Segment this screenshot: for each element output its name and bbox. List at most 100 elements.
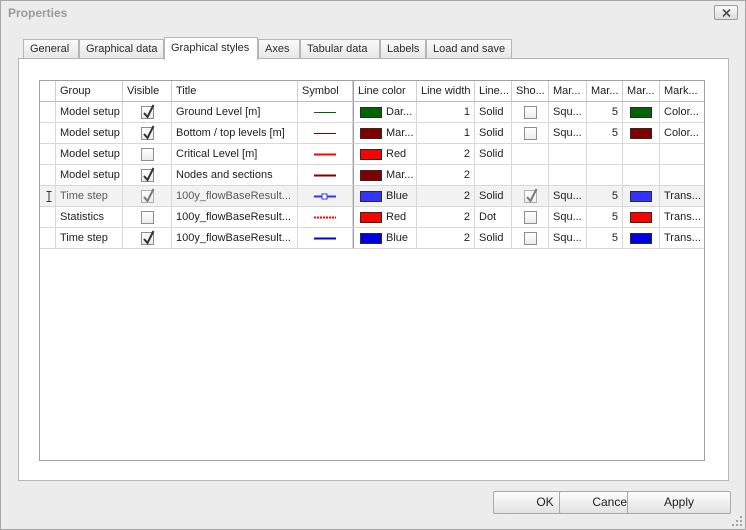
line-color-cell[interactable]: Red <box>353 144 417 165</box>
tab-graphical-data[interactable]: Graphical data <box>79 39 164 59</box>
marker-size-cell[interactable] <box>587 165 623 186</box>
visible-checkbox[interactable] <box>141 148 154 161</box>
close-button[interactable] <box>714 5 738 20</box>
marker-style-cell[interactable]: Squ... <box>549 123 587 144</box>
group-cell[interactable]: Model setup <box>56 165 123 186</box>
col-header-symbol[interactable]: Symbol <box>298 81 353 102</box>
visible-cell[interactable] <box>123 144 172 165</box>
title-cell[interactable]: 100y_flowBaseResult... <box>172 207 298 228</box>
visible-cell[interactable] <box>123 123 172 144</box>
resize-grip-icon[interactable] <box>731 515 743 527</box>
marker-color-cell[interactable] <box>623 102 660 123</box>
col-header-title[interactable]: Title <box>172 81 298 102</box>
symbol-cell[interactable] <box>298 207 353 228</box>
line-style-cell[interactable]: Solid <box>475 228 512 249</box>
show-marker-checkbox[interactable] <box>524 232 537 245</box>
symbol-cell[interactable] <box>298 123 353 144</box>
line-style-cell[interactable]: Solid <box>475 123 512 144</box>
symbol-cell[interactable] <box>298 102 353 123</box>
line-style-cell[interactable]: Dot <box>475 207 512 228</box>
tab-axes[interactable]: Axes <box>258 39 300 59</box>
marker-style-cell[interactable]: Squ... <box>549 228 587 249</box>
table-row[interactable]: Model setup Bottom / top levels [m] Mar...… <box>40 123 704 144</box>
show-marker-cell[interactable] <box>512 102 549 123</box>
line-width-cell[interactable]: 1 <box>417 102 475 123</box>
visible-checkbox[interactable] <box>141 167 155 182</box>
show-marker-cell[interactable] <box>512 165 549 186</box>
symbol-cell[interactable] <box>298 186 353 207</box>
show-marker-cell[interactable] <box>512 186 549 207</box>
show-marker-cell[interactable] <box>512 123 549 144</box>
marker-style-cell[interactable]: Squ... <box>549 207 587 228</box>
title-cell[interactable]: Nodes and sections <box>172 165 298 186</box>
visible-checkbox[interactable] <box>141 230 155 245</box>
tab-load-and-save[interactable]: Load and save <box>426 39 512 59</box>
row-indicator[interactable] <box>40 207 56 228</box>
group-cell[interactable]: Time step <box>56 228 123 249</box>
visible-cell[interactable] <box>123 186 172 207</box>
table-row[interactable]: Time step 100y_flowBaseResult... Blue 2 Soli… <box>40 228 704 249</box>
line-color-cell[interactable]: Blue <box>353 228 417 249</box>
marker-size-cell[interactable]: 5 <box>587 228 623 249</box>
show-marker-cell[interactable] <box>512 228 549 249</box>
col-header-marker-size[interactable]: Mar... <box>587 81 623 102</box>
marker-size-cell[interactable]: 5 <box>587 123 623 144</box>
marker-fill-cell[interactable]: Trans... <box>660 186 704 207</box>
title-cell[interactable]: Critical Level [m] <box>172 144 298 165</box>
tab-general[interactable]: General <box>23 39 79 59</box>
visible-cell[interactable] <box>123 165 172 186</box>
row-indicator[interactable] <box>40 186 56 207</box>
title-cell[interactable]: Bottom / top levels [m] <box>172 123 298 144</box>
group-cell[interactable]: Model setup <box>56 123 123 144</box>
tab-graphical-styles[interactable]: Graphical styles <box>164 37 258 60</box>
visible-checkbox[interactable] <box>141 125 155 140</box>
title-cell[interactable]: 100y_flowBaseResult... <box>172 228 298 249</box>
line-width-cell[interactable]: 1 <box>417 123 475 144</box>
marker-size-cell[interactable]: 5 <box>587 186 623 207</box>
show-marker-checkbox[interactable] <box>524 106 537 119</box>
line-style-cell[interactable] <box>475 165 512 186</box>
table-row[interactable]: Model setup Critical Level [m] Red 2 Solid <box>40 144 704 165</box>
col-header-marker-color[interactable]: Mar... <box>623 81 660 102</box>
group-cell[interactable]: Model setup <box>56 144 123 165</box>
line-style-cell[interactable]: Solid <box>475 144 512 165</box>
marker-color-cell[interactable] <box>623 228 660 249</box>
table-row[interactable]: Model setup Nodes and sections Mar... 2 <box>40 165 704 186</box>
line-color-cell[interactable]: Mar... <box>353 123 417 144</box>
show-marker-checkbox[interactable] <box>524 211 537 224</box>
marker-style-cell[interactable]: Squ... <box>549 102 587 123</box>
marker-fill-cell[interactable] <box>660 165 704 186</box>
symbol-cell[interactable] <box>298 165 353 186</box>
row-indicator[interactable] <box>40 123 56 144</box>
visible-checkbox[interactable] <box>141 188 155 203</box>
marker-size-cell[interactable]: 5 <box>587 207 623 228</box>
marker-color-cell[interactable] <box>623 165 660 186</box>
symbol-cell[interactable] <box>298 228 353 249</box>
table-row[interactable]: Time step 100y_flowBaseResult... Blue 2 Soli… <box>40 186 704 207</box>
apply-button[interactable]: Apply <box>627 491 731 514</box>
tab-labels[interactable]: Labels <box>380 39 426 59</box>
row-indicator[interactable] <box>40 102 56 123</box>
show-marker-cell[interactable] <box>512 144 549 165</box>
marker-color-cell[interactable] <box>623 123 660 144</box>
col-header-group[interactable]: Group <box>56 81 123 102</box>
marker-style-cell[interactable] <box>549 144 587 165</box>
marker-fill-cell[interactable]: Color... <box>660 102 704 123</box>
marker-fill-cell[interactable]: Color... <box>660 123 704 144</box>
visible-cell[interactable] <box>123 207 172 228</box>
marker-style-cell[interactable]: Squ... <box>549 186 587 207</box>
styles-grid[interactable]: Group Visible Title Symbol Line color Li… <box>39 80 705 461</box>
marker-fill-cell[interactable]: Trans... <box>660 228 704 249</box>
line-color-cell[interactable]: Dar... <box>353 102 417 123</box>
line-color-cell[interactable]: Mar... <box>353 165 417 186</box>
col-header-line-width[interactable]: Line width <box>417 81 475 102</box>
show-marker-checkbox[interactable] <box>524 127 537 140</box>
row-indicator[interactable] <box>40 165 56 186</box>
line-width-cell[interactable]: 2 <box>417 228 475 249</box>
marker-color-cell[interactable] <box>623 207 660 228</box>
row-indicator[interactable] <box>40 144 56 165</box>
col-header-line-style[interactable]: Line... <box>475 81 512 102</box>
tab-tabular-data[interactable]: Tabular data <box>300 39 380 59</box>
group-cell[interactable]: Statistics <box>56 207 123 228</box>
col-header-line-color[interactable]: Line color <box>353 81 417 102</box>
